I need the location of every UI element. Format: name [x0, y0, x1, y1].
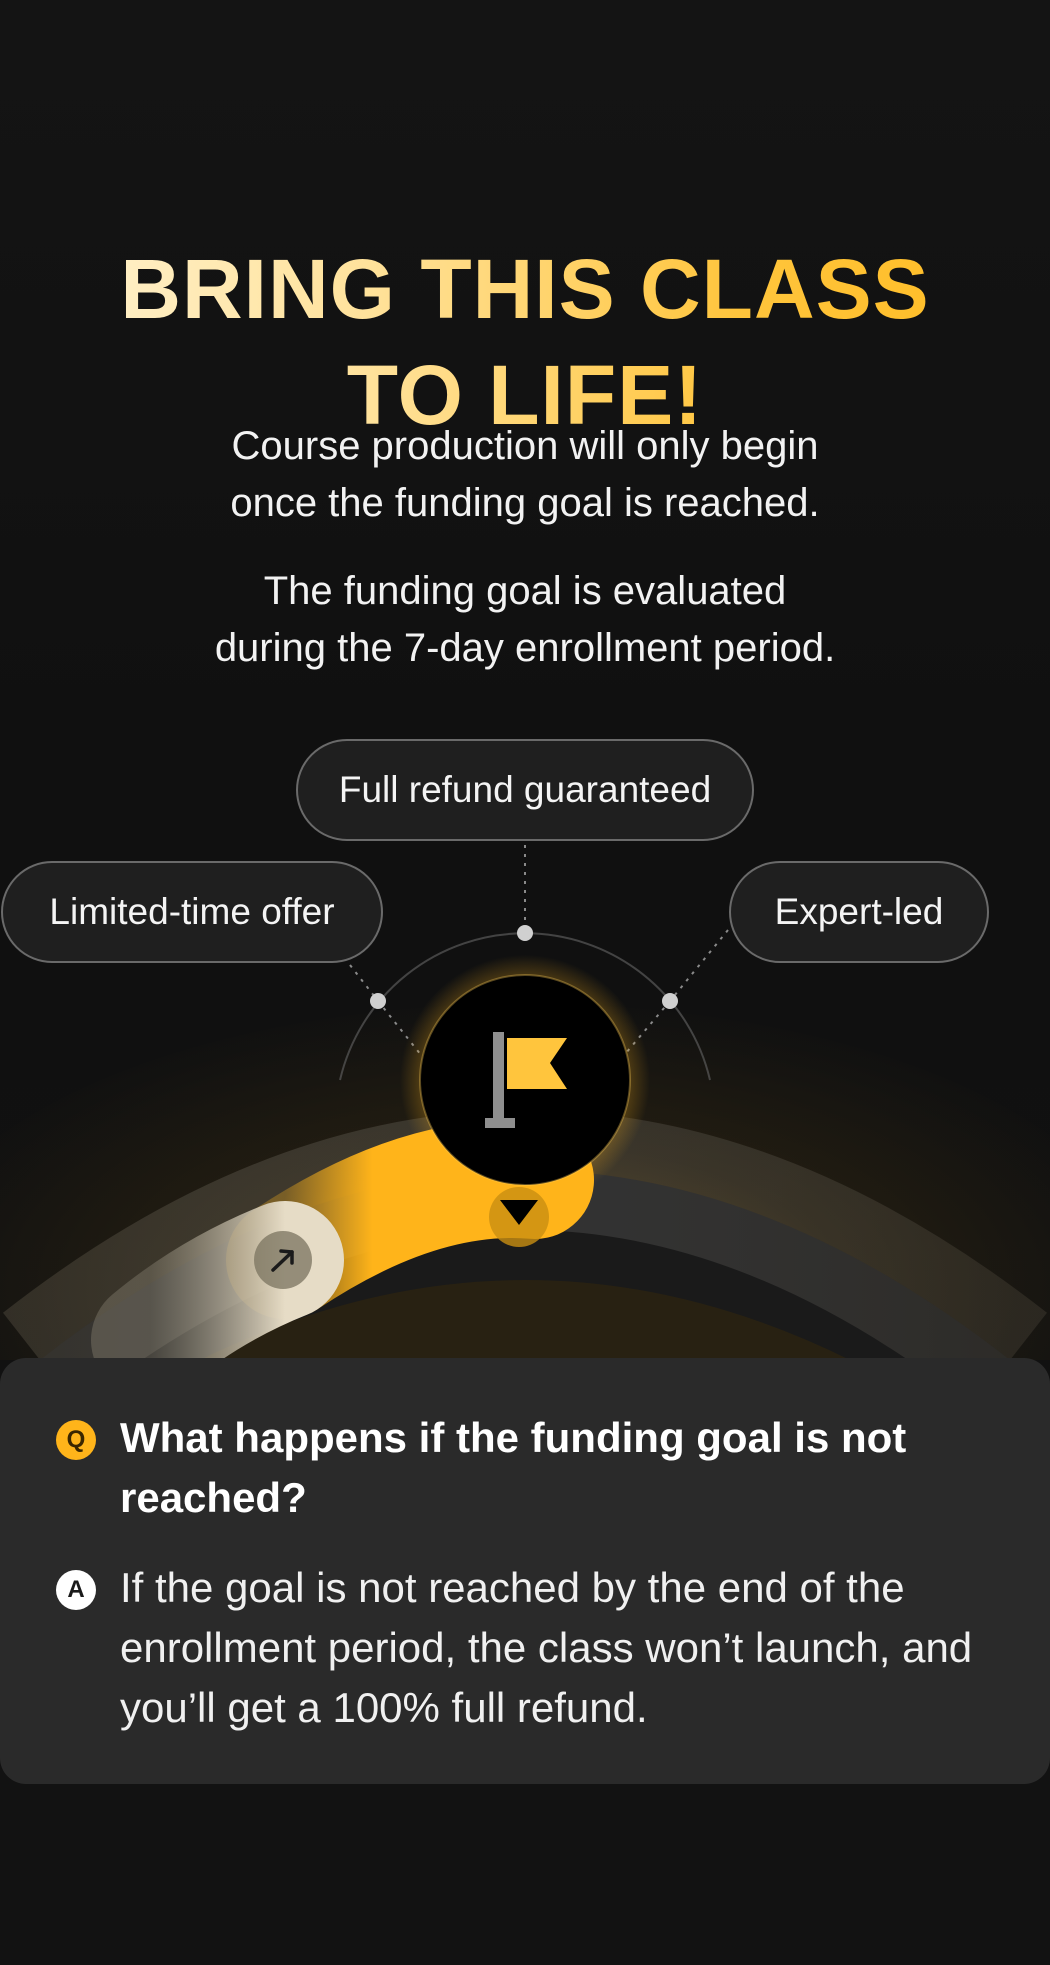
feature-expert-led: Expert-led: [729, 861, 989, 963]
description-line: Course production will only begin: [231, 424, 819, 468]
description-line: once the funding goal is reached.: [230, 481, 820, 525]
faq-question: What happens if the funding goal is not …: [120, 1414, 907, 1521]
page-title: BRING THIS CLASS TO LIFE!: [0, 236, 1050, 448]
description-line: The funding goal is evaluated: [263, 569, 787, 613]
funding-illustration: Full refund guaranteed Limited-time offe…: [0, 680, 1050, 1360]
connector-dot: [370, 993, 386, 1009]
feature-full-refund: Full refund guaranteed: [296, 739, 754, 841]
answer-badge-icon: A: [56, 1570, 96, 1610]
connector-dot: [517, 925, 533, 941]
faq-answer: If the goal is not reached by the end of…: [120, 1564, 973, 1731]
connector-dot: [662, 993, 678, 1009]
description-evaluation: The funding goal is evaluated during the…: [0, 563, 1050, 677]
question-badge-icon: Q: [56, 1420, 96, 1460]
page: BRING THIS CLASS TO LIFE! Course product…: [0, 0, 1050, 1965]
feature-limited-time: Limited-time offer: [1, 861, 383, 963]
description-funding: Course production will only begin once t…: [0, 418, 1050, 532]
title-line-1: BRING THIS CLASS: [0, 236, 1050, 342]
faq-card: Q What happens if the funding goal is no…: [0, 1358, 1050, 1784]
description-line: during the 7-day enrollment period.: [214, 626, 836, 670]
